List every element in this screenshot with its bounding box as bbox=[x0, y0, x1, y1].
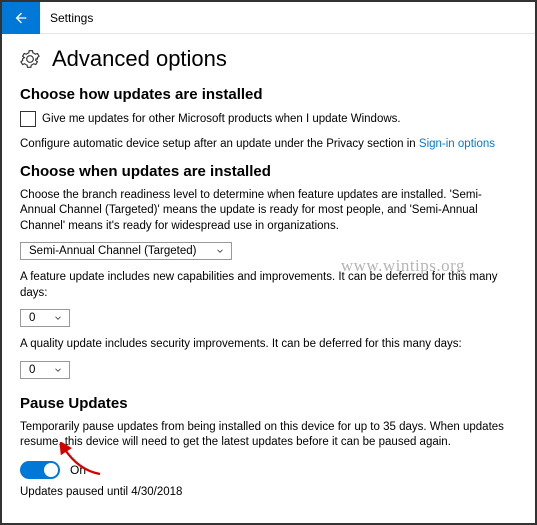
feature-defer-value: 0 bbox=[29, 312, 35, 324]
section-heading-pause: Pause Updates bbox=[20, 395, 517, 412]
back-button[interactable] bbox=[2, 2, 40, 34]
quality-defer-dropdown[interactable]: 0 bbox=[20, 361, 70, 379]
feature-update-text: A feature update includes new capabiliti… bbox=[20, 270, 517, 301]
chevron-down-icon bbox=[53, 365, 63, 375]
chevron-down-icon bbox=[53, 313, 63, 323]
quality-update-text: A quality update includes security impro… bbox=[20, 337, 517, 353]
app-title: Settings bbox=[50, 11, 93, 25]
pause-toggle-label: On bbox=[70, 463, 86, 477]
gear-icon bbox=[20, 49, 40, 69]
branch-readiness-dropdown[interactable]: Semi-Annual Channel (Targeted) bbox=[20, 242, 232, 260]
content-area: Advanced options Choose how updates are … bbox=[2, 34, 535, 500]
feature-defer-dropdown[interactable]: 0 bbox=[20, 309, 70, 327]
pause-description: Temporarily pause updates from being ins… bbox=[20, 420, 517, 451]
config-device-text: Configure automatic device setup after a… bbox=[20, 137, 517, 153]
signin-options-link[interactable]: Sign-in options bbox=[419, 138, 495, 150]
arrow-left-icon bbox=[13, 10, 29, 26]
page-title: Advanced options bbox=[52, 46, 227, 72]
quality-defer-value: 0 bbox=[29, 364, 35, 376]
section-heading-install: Choose how updates are installed bbox=[20, 86, 517, 103]
title-bar: Settings bbox=[2, 2, 535, 34]
checkbox-row-other-products[interactable]: Give me updates for other Microsoft prod… bbox=[20, 111, 517, 127]
branch-readiness-value: Semi-Annual Channel (Targeted) bbox=[29, 245, 196, 257]
page-title-row: Advanced options bbox=[20, 46, 517, 72]
config-text-prefix: Configure automatic device setup after a… bbox=[20, 138, 419, 150]
section-heading-when: Choose when updates are installed bbox=[20, 163, 517, 180]
pause-updates-toggle[interactable] bbox=[20, 461, 60, 479]
branch-description: Choose the branch readiness level to det… bbox=[20, 188, 517, 235]
paused-until-text: Updates paused until 4/30/2018 bbox=[20, 485, 517, 501]
checkbox-label-other-products: Give me updates for other Microsoft prod… bbox=[42, 113, 401, 125]
pause-toggle-row: On bbox=[20, 461, 517, 479]
chevron-down-icon bbox=[215, 246, 225, 256]
checkbox-other-products[interactable] bbox=[20, 111, 36, 127]
